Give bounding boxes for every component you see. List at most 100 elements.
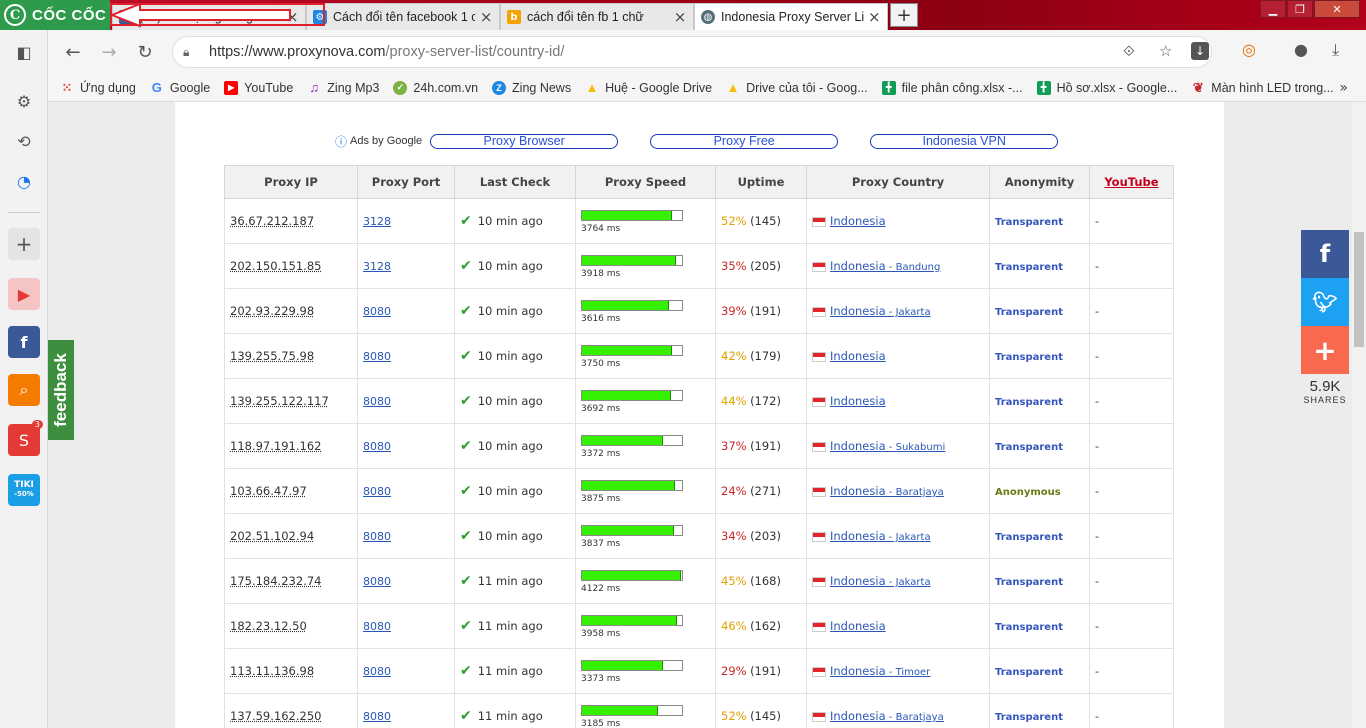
address-bar[interactable]: 🔒︎ https://www.proxynova.com/proxy-serve… <box>172 36 1212 68</box>
country-link[interactable]: Indonesia - Baratjaya <box>830 484 944 498</box>
country-link[interactable]: Indonesia - Timoer <box>830 664 930 678</box>
window-close-button[interactable]: ✕ <box>1314 0 1360 18</box>
proxy-ip[interactable]: 113.11.136.98 <box>230 664 314 678</box>
header-youtube[interactable]: YouTube <box>1089 165 1174 199</box>
add-app-icon[interactable]: + <box>8 228 40 260</box>
youtube-icon[interactable]: ▶ <box>8 278 40 310</box>
country-link[interactable]: Indonesia - Jakarta <box>830 574 931 588</box>
url-text[interactable]: https://www.proxynova.com/proxy-server-l… <box>209 44 564 60</box>
page-scrollbar[interactable] <box>1352 102 1366 728</box>
proxy-ip[interactable]: 139.255.75.98 <box>230 349 314 363</box>
header-proxy-port[interactable]: Proxy Port <box>357 165 455 199</box>
country-link[interactable]: Indonesia - Jakarta <box>830 304 931 318</box>
facebook-share-button[interactable]: f <box>1301 230 1349 278</box>
proxy-ip[interactable]: 175.184.232.74 <box>230 574 321 588</box>
country-link[interactable]: Indonesia <box>830 394 886 408</box>
close-icon[interactable]: × <box>479 8 493 26</box>
proxy-ip[interactable]: 202.51.102.94 <box>230 529 314 543</box>
coccoc-extension-icon[interactable]: ◎ <box>1242 40 1256 59</box>
proxy-ip[interactable]: 137.59.162.250 <box>230 709 321 723</box>
bookmark-apps[interactable]: ⁙ Ứng dụng <box>60 80 136 95</box>
translate-icon[interactable]: ⟐ <box>1123 42 1135 60</box>
proxy-ip[interactable]: 202.150.151.85 <box>230 259 321 273</box>
scrollbar-thumb[interactable] <box>1354 232 1364 347</box>
proxy-ip[interactable]: 118.97.191.162 <box>230 439 321 453</box>
search-icon[interactable]: ⌕ <box>8 374 40 406</box>
header-proxy-ip[interactable]: Proxy IP <box>224 165 358 199</box>
new-tab-button[interactable]: + <box>890 3 918 27</box>
proxy-port-link[interactable]: 8080 <box>363 575 391 588</box>
country-link[interactable]: Indonesia - Sukabumi <box>830 439 945 453</box>
feedback-tab[interactable]: feedback <box>48 340 74 440</box>
country-link[interactable]: Indonesia - Jakarta <box>830 529 931 543</box>
coccoc-menu-button[interactable]: C CỐC CỐC <box>0 0 110 30</box>
forward-button[interactable]: → <box>92 35 126 69</box>
bookmark-zing-news[interactable]: Z Zing News <box>492 80 571 95</box>
star-icon[interactable]: ☆ <box>1159 42 1172 60</box>
sidebar-toggle-icon[interactable]: ◧ <box>8 36 40 68</box>
ad-link-proxy-free[interactable]: Proxy Free <box>650 133 839 149</box>
proxy-port-link[interactable]: 3128 <box>363 215 391 228</box>
tiki-icon[interactable]: TIKI -50% <box>8 474 40 506</box>
downloads-icon[interactable]: ⤓ <box>1332 40 1339 60</box>
country-link[interactable]: Indonesia - Baratjaya <box>830 709 944 723</box>
twitter-share-button[interactable]: 🐦︎ <box>1301 278 1349 326</box>
more-share-button[interactable]: + <box>1301 326 1349 374</box>
proxy-port-link[interactable]: 8080 <box>363 620 391 633</box>
bookmarks-more-button[interactable]: » <box>1339 80 1348 96</box>
settings-icon[interactable]: ⚙ <box>8 85 40 117</box>
proxy-ip[interactable]: 182.23.12.50 <box>230 619 307 633</box>
header-uptime[interactable]: Uptime <box>715 165 807 199</box>
minimize-button[interactable]: ▁ <box>1260 0 1286 18</box>
proxy-port-link[interactable]: 8080 <box>363 665 391 678</box>
back-button[interactable]: ← <box>56 35 90 69</box>
bookmark-my-drive[interactable]: ▲ Drive của tôi - Goog... <box>726 80 868 95</box>
bookmark-youtube[interactable]: ▶ YouTube <box>224 80 293 95</box>
lock-icon[interactable]: 🔒︎ <box>183 45 199 60</box>
reload-button[interactable]: ↻ <box>128 35 162 69</box>
ad-link-indonesia-vpn[interactable]: Indonesia VPN <box>870 133 1059 149</box>
account-icon[interactable]: ● <box>1294 40 1308 59</box>
proxy-port-link[interactable]: 3128 <box>363 260 391 273</box>
bookmark-google[interactable]: G Google <box>150 80 210 95</box>
country-link[interactable]: Indonesia - Bandung <box>830 259 940 273</box>
proxy-port-link[interactable]: 8080 <box>363 530 391 543</box>
bookmark-led-screen[interactable]: ❦ Màn hình LED trong... <box>1191 80 1334 95</box>
country-link[interactable]: Indonesia <box>830 619 886 633</box>
proxy-port-link[interactable]: 8080 <box>363 305 391 318</box>
bookmark-phan-cong-sheet[interactable]: ╋ file phân công.xlsx -... <box>881 80 1023 95</box>
tab-rename-facebook[interactable]: ⚙ Cách đổi tên facebook 1 c × <box>306 3 500 30</box>
close-icon[interactable]: × <box>868 8 881 26</box>
bookmark-hue-drive[interactable]: ▲ Huệ - Google Drive <box>585 80 712 95</box>
header-proxy-country[interactable]: Proxy Country <box>806 165 990 199</box>
header-last-check[interactable]: Last Check <box>454 165 576 199</box>
proxy-port-link[interactable]: 8080 <box>363 710 391 723</box>
proxy-ip[interactable]: 202.93.229.98 <box>230 304 314 318</box>
cell-last-check: ✔ 10 min ago <box>454 198 576 244</box>
proxy-port-link[interactable]: 8080 <box>363 485 391 498</box>
header-anonymity[interactable]: Anonymity <box>989 165 1090 199</box>
header-proxy-speed[interactable]: Proxy Speed <box>575 165 716 199</box>
tab-indonesia-proxy[interactable]: ◍ Indonesia Proxy Server Lis × <box>694 3 888 30</box>
restore-button[interactable]: ❐ <box>1287 0 1313 18</box>
proxy-ip[interactable]: 103.66.47.97 <box>230 484 307 498</box>
country-link[interactable]: Indonesia <box>830 214 886 228</box>
history-icon[interactable]: ⟲ <box>8 125 40 157</box>
proxy-port-link[interactable]: 8080 <box>363 440 391 453</box>
proxy-port-link[interactable]: 8080 <box>363 395 391 408</box>
proxy-ip[interactable]: 36.67.212.187 <box>230 214 314 228</box>
ads-by-google[interactable]: ⓘ Ads by Google <box>335 133 422 150</box>
country-link[interactable]: Indonesia <box>830 349 886 363</box>
messenger-icon[interactable]: ◔ <box>8 165 40 197</box>
download-video-icon[interactable]: ↓ <box>1191 42 1209 60</box>
bookmark-ho-so-sheet[interactable]: ╋ Hồ sơ.xlsx - Google... <box>1036 80 1177 95</box>
ad-link-proxy-browser[interactable]: Proxy Browser <box>430 133 619 149</box>
shopee-icon[interactable]: S3 <box>8 420 43 456</box>
tab-rename-fb-one-word[interactable]: b cách đổi tên fb 1 chữ × <box>500 3 694 30</box>
proxy-port-link[interactable]: 8080 <box>363 350 391 363</box>
bookmark-zing-mp3[interactable]: ♫ Zing Mp3 <box>307 80 379 95</box>
facebook-icon[interactable]: f <box>8 326 40 358</box>
bookmark-24h[interactable]: ✓ 24h.com.vn <box>393 80 478 95</box>
proxy-ip[interactable]: 139.255.122.117 <box>230 394 329 408</box>
close-icon[interactable]: × <box>673 8 687 26</box>
